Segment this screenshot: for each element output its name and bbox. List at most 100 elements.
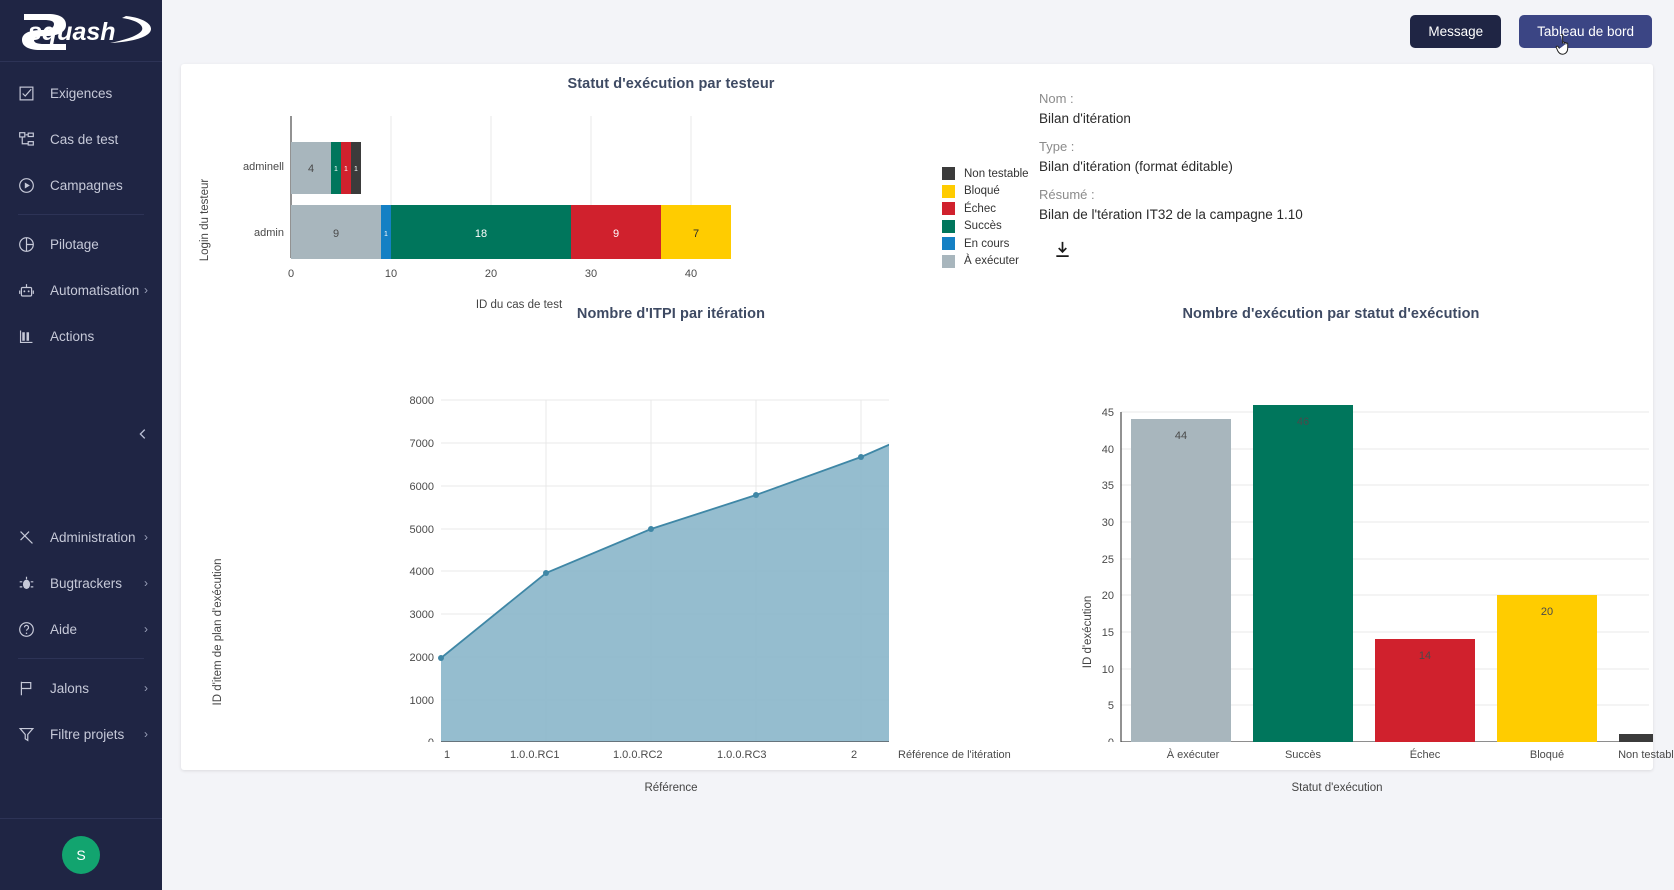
svg-text:1: 1 xyxy=(384,231,388,238)
chevron-right-icon: › xyxy=(144,531,148,543)
legend-swatch-a-executer xyxy=(942,255,955,268)
avatar[interactable]: S xyxy=(62,836,100,874)
dashboard-button[interactable]: Tableau de bord xyxy=(1519,15,1652,48)
info-name-value: Bilan d'itération xyxy=(1039,111,1469,126)
bar-succes xyxy=(1253,405,1353,742)
chart-1-xtick-0: 0 xyxy=(288,268,294,280)
sidebar-divider xyxy=(18,214,144,215)
sidebar-item-label: Administration xyxy=(50,530,144,545)
svg-text:9: 9 xyxy=(613,228,619,240)
chart-3-xticks: À exécuter Succès Échec Bloqué Non testa… xyxy=(1021,749,1653,767)
sidebar-item-label: Filtre projets xyxy=(50,727,144,742)
sidebar-item-exigences[interactable]: Exigences xyxy=(0,70,162,116)
chevron-right-icon: › xyxy=(144,577,148,589)
chart-1-xtick-1: 10 xyxy=(385,268,397,280)
sidebar-divider xyxy=(18,658,144,659)
legend-swatch-non-testable xyxy=(942,167,955,180)
chart-2-ytick-2000: 2000 xyxy=(410,652,434,664)
svg-text:18: 18 xyxy=(475,228,487,240)
main-area: Message Tableau de bord Statut d'exécuti… xyxy=(162,0,1674,890)
flag-icon xyxy=(16,678,37,699)
sidebar-item-cas-de-test[interactable]: Cas de test xyxy=(0,116,162,162)
chart-1-cat-admin: admin xyxy=(254,227,284,239)
chart-2-xtick-0: 1 xyxy=(444,749,450,761)
chart-2-ytick-8000: 8000 xyxy=(410,395,434,407)
chart-3-xtick-0: À exécuter xyxy=(1143,749,1243,761)
sidebar-item-pilotage[interactable]: Pilotage xyxy=(0,221,162,267)
chart-3-xtick-1: Succès xyxy=(1253,749,1353,761)
sidebar-nav-lower: Administration › Bugtrackers › Aide › xyxy=(0,514,162,757)
chart-2-xtick-2: 1.0.0.RC2 xyxy=(613,749,663,761)
chart-1-ylabel: Login du testeur xyxy=(199,179,211,262)
chart-3-ytick-15: 15 xyxy=(1102,627,1114,639)
funnel-icon xyxy=(16,724,37,745)
sidebar-item-label: Campagnes xyxy=(50,178,148,193)
chart-1-xtick-3: 30 xyxy=(585,268,597,280)
chart-2-ytick-5000: 5000 xyxy=(410,524,434,536)
chart-2-xtick-5: Référence de l'itération xyxy=(898,749,1011,761)
info-type-key: Type : xyxy=(1039,139,1469,154)
chart-3-ytick-10: 10 xyxy=(1102,664,1114,676)
sidebar-collapse-button[interactable] xyxy=(134,425,152,443)
sidebar-nav: Exigences Cas de test Campagnes Pilo xyxy=(0,62,162,359)
svg-text:20: 20 xyxy=(1541,606,1553,618)
legend-item[interactable]: Non testable xyxy=(942,167,1029,180)
chart-2-xticks: 1 1.0.0.RC1 1.0.0.RC2 1.0.0.RC3 2 Référe… xyxy=(189,749,1049,767)
chevron-right-icon: › xyxy=(144,728,148,740)
dashboard-button-label: Tableau de bord xyxy=(1537,24,1634,39)
legend-swatch-echec xyxy=(942,202,955,215)
bar-non-testable xyxy=(1619,734,1653,742)
sidebar-item-administration[interactable]: Administration › xyxy=(0,514,162,560)
chart-3-xtick-2: Échec xyxy=(1375,749,1475,761)
sidebar-item-jalons[interactable]: Jalons › xyxy=(0,665,162,711)
chevron-right-icon: › xyxy=(144,682,148,694)
sidebar-item-aide[interactable]: Aide › xyxy=(0,606,162,652)
svg-text:4: 4 xyxy=(308,163,314,175)
sidebar-item-label: Automatisation xyxy=(50,283,144,298)
legend-item[interactable]: Succès xyxy=(942,220,1029,233)
legend-swatch-bloque xyxy=(942,185,955,198)
chart-2-xtick-4: 2 xyxy=(851,749,857,761)
info-summary-value: Bilan de l'tération IT32 de la campagne … xyxy=(1039,207,1469,222)
sidebar-item-bugtrackers[interactable]: Bugtrackers › xyxy=(0,560,162,606)
chart-1-xtick-2: 20 xyxy=(485,268,497,280)
chart-3-ytick-30: 30 xyxy=(1102,517,1114,529)
legend-item[interactable]: Échec xyxy=(942,202,1029,215)
bug-icon xyxy=(16,573,37,594)
legend-item[interactable]: À exécuter xyxy=(942,255,1029,268)
brand-logo[interactable]: squash xyxy=(0,0,162,62)
sidebar-item-automatisation[interactable]: Automatisation › xyxy=(0,267,162,313)
chart-1-svg: Login du testeur adminell 4 1 xyxy=(189,90,929,310)
svg-text:7: 7 xyxy=(693,228,699,240)
play-circle-icon xyxy=(16,175,37,196)
checkbox-icon xyxy=(16,83,37,104)
legend-swatch-en-cours xyxy=(942,237,955,250)
sidebar-item-filtre-projets[interactable]: Filtre projets › xyxy=(0,711,162,757)
sidebar-item-actions[interactable]: Actions xyxy=(0,313,162,359)
info-summary-key: Résumé : xyxy=(1039,187,1469,202)
svg-text:46: 46 xyxy=(1297,416,1309,428)
message-button[interactable]: Message xyxy=(1410,15,1501,48)
chart-3-ytick-25: 25 xyxy=(1102,554,1114,566)
legend-label: Bloqué xyxy=(964,185,1000,197)
chart-3-ytick-45: 45 xyxy=(1102,407,1114,419)
sidebar-item-campagnes[interactable]: Campagnes xyxy=(0,162,162,208)
chart-3-svg: ID d'exécution 45 40 35 30 xyxy=(1021,322,1653,742)
chart-2-svg: ID d'item de plan d'exécution xyxy=(189,322,889,742)
tree-icon xyxy=(16,129,37,150)
chart-3-xtick-4: Non testable xyxy=(1599,749,1674,761)
legend-item[interactable]: En cours xyxy=(942,237,1029,250)
svg-text:14: 14 xyxy=(1419,650,1431,662)
legend-item[interactable]: Bloqué xyxy=(942,185,1029,198)
sidebar-item-label: Cas de test xyxy=(50,132,148,147)
question-icon xyxy=(16,619,37,640)
sidebar-item-label: Jalons xyxy=(50,681,144,696)
svg-text:1: 1 xyxy=(344,166,348,173)
chart-2-xtick-3: 1.0.0.RC3 xyxy=(717,749,767,761)
chart-3-ytick-5: 5 xyxy=(1108,700,1114,712)
chevron-right-icon: › xyxy=(144,284,148,296)
pie-chart-icon xyxy=(16,234,37,255)
download-button[interactable] xyxy=(1049,236,1075,262)
topbar: Message Tableau de bord xyxy=(162,0,1674,62)
svg-text:squash: squash xyxy=(28,18,116,46)
